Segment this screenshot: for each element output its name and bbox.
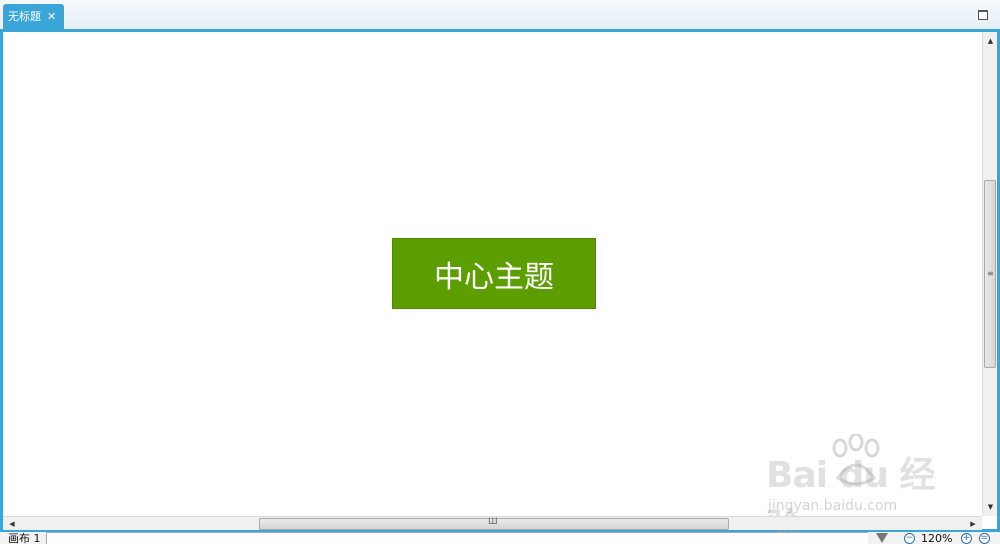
sheet-tab[interactable]: 画布 1 xyxy=(8,533,41,544)
watermark-url: jingyan.baidu.com xyxy=(768,498,898,514)
close-icon[interactable]: ✕ xyxy=(47,4,56,30)
sheet-tab-area xyxy=(46,532,868,544)
status-bar: 画布 1 − 120% + = xyxy=(0,532,1000,544)
grip-icon: Ш xyxy=(488,517,498,527)
scroll-down-icon[interactable]: ▼ xyxy=(983,500,998,514)
scroll-up-icon[interactable]: ▲ xyxy=(983,34,998,48)
tab-untitled[interactable]: 无标题 ✕ xyxy=(3,4,64,30)
central-topic[interactable]: 中心主题 xyxy=(392,238,596,309)
maximize-icon[interactable] xyxy=(978,10,988,20)
scroll-right-icon[interactable]: ▶ xyxy=(966,517,980,531)
zoom-out-icon[interactable]: − xyxy=(904,533,915,544)
horizontal-scroll-thumb[interactable]: Ш xyxy=(259,517,729,530)
vertical-scroll-thumb[interactable]: ≡ xyxy=(984,180,996,368)
zoom-in-icon[interactable]: + xyxy=(961,533,972,544)
baidu-watermark: Bai du 经验 jingyan.baidu.com xyxy=(762,434,952,544)
vertical-scrollbar[interactable]: ▲ ≡ ▼ xyxy=(982,32,997,516)
scroll-left-icon[interactable]: ◀ xyxy=(5,517,19,531)
zoom-level: 120% xyxy=(921,532,953,544)
filter-icon[interactable] xyxy=(876,533,888,543)
grip-icon: ≡ xyxy=(987,269,994,278)
horizontal-scrollbar[interactable]: ◀ Ш ▶ xyxy=(3,516,982,530)
zoom-fit-icon[interactable]: = xyxy=(979,533,990,544)
tab-title: 无标题 xyxy=(8,10,41,23)
central-topic-label: 中心主题 xyxy=(434,259,554,295)
tab-strip: 无标题 ✕ xyxy=(0,0,1000,30)
